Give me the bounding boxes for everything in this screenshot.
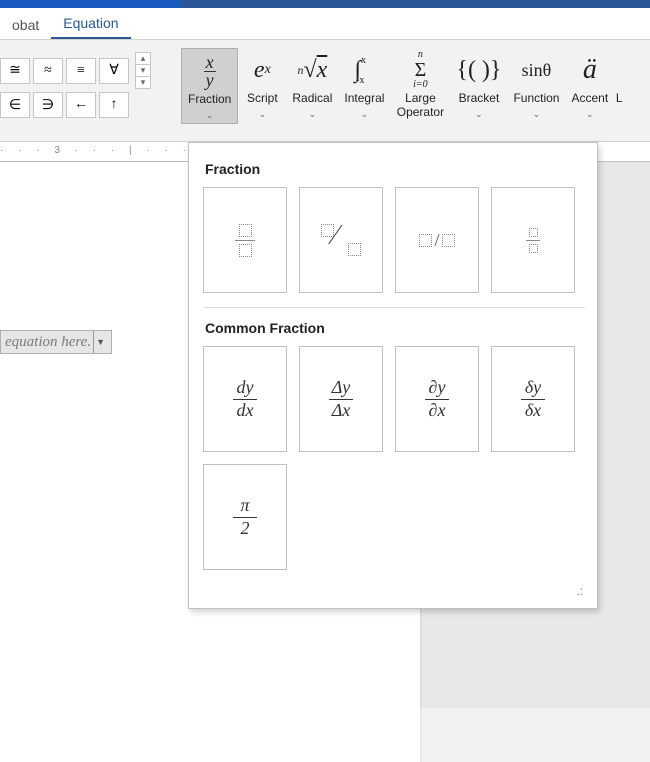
dropdown-section-fraction: Fraction [205, 161, 585, 177]
function-label: Function [513, 92, 559, 106]
resize-grip-icon[interactable]: .: [203, 584, 585, 598]
more-label: L [616, 92, 623, 106]
accent-label: Accent [571, 92, 608, 106]
chevron-down-icon: ⌄ [533, 109, 541, 120]
function-button[interactable]: sinθ Function ⌄ [507, 48, 565, 122]
symbol-cell[interactable]: ≈ [33, 58, 63, 84]
radical-button[interactable]: n√x Radical ⌄ [286, 48, 338, 122]
symbol-cell[interactable]: ≅ [0, 58, 30, 84]
symbol-cell[interactable]: ← [66, 92, 96, 118]
radical-label: Radical [292, 92, 332, 106]
script-button[interactable]: ex Script ⌄ [238, 48, 286, 122]
common-fraction-smalldelta[interactable]: δyδx [491, 346, 575, 452]
script-label: Script [247, 92, 278, 106]
function-icon: sinθ [522, 50, 552, 90]
radical-icon: n√x [297, 50, 327, 90]
fraction-small[interactable] [491, 187, 575, 293]
chevron-down-icon: ⌄ [586, 109, 594, 120]
integral-icon: ∫x-x [354, 50, 374, 90]
chevron-down-icon: ⌄ [361, 109, 369, 120]
large-operator-button[interactable]: nΣi=0 Large Operator [390, 48, 450, 122]
title-bar [0, 0, 650, 8]
dropdown-section-common: Common Fraction [205, 320, 585, 336]
fraction-linear[interactable]: / [395, 187, 479, 293]
more-button[interactable]: L [614, 48, 624, 108]
symbols-gallery: ≅ ≈ ≡ ∀ ▴ ▾ ▾ ∈ ∋ ← ↑ [0, 44, 153, 126]
integral-label: Integral [344, 92, 384, 106]
ribbon-tabs: obat Equation [0, 8, 650, 40]
accent-icon: ä [583, 50, 597, 90]
dropdown-separator [203, 307, 585, 308]
common-fraction-partial[interactable]: ∂y∂x [395, 346, 479, 452]
symbol-cell[interactable]: ∋ [33, 92, 63, 118]
script-icon: ex [254, 50, 271, 90]
scroll-down-icon[interactable]: ▾ [135, 65, 151, 77]
symbol-cell[interactable]: ≡ [66, 58, 96, 84]
equation-options-handle[interactable]: ▼ [93, 331, 107, 353]
common-fraction-delta[interactable]: ΔyΔx [299, 346, 383, 452]
symbol-cell[interactable]: ↑ [99, 92, 129, 118]
common-fraction-dydx[interactable]: dydx [203, 346, 287, 452]
chevron-down-icon: ⌄ [475, 109, 483, 120]
equation-placeholder-text: equation here. [5, 334, 91, 351]
tab-equation[interactable]: Equation [51, 9, 130, 39]
symbol-cell[interactable]: ∀ [99, 58, 129, 84]
fraction-button[interactable]: xy Fraction ⌄ [181, 48, 238, 124]
fraction-dropdown: Fraction ⁄ / Common Fraction dydx ΔyΔx ∂… [188, 142, 598, 609]
scroll-expand-icon[interactable]: ▾ [135, 77, 151, 89]
sigma-icon: nΣi=0 [413, 50, 428, 90]
accent-button[interactable]: ä Accent ⌄ [565, 48, 614, 122]
fraction-label: Fraction [188, 93, 231, 107]
fraction-skewed[interactable]: ⁄ [299, 187, 383, 293]
fraction-templates: ⁄ / [203, 187, 585, 293]
equation-placeholder-box[interactable]: equation here. ▼ [0, 330, 112, 354]
bracket-button[interactable]: {( )} Bracket ⌄ [450, 48, 507, 122]
chevron-down-icon: ⌄ [259, 109, 267, 120]
ribbon: ≅ ≈ ≡ ∀ ▴ ▾ ▾ ∈ ∋ ← ↑ xy Fraction ⌄ ex [0, 40, 650, 142]
chevron-down-icon: ⌄ [206, 110, 214, 121]
bracket-icon: {( )} [456, 50, 501, 90]
fraction-icon: xy [204, 51, 216, 91]
tab-acrobat[interactable]: obat [0, 11, 51, 39]
symbol-cell[interactable]: ∈ [0, 92, 30, 118]
symbols-scroll: ▴ ▾ ▾ [135, 52, 151, 89]
bracket-label: Bracket [459, 92, 500, 106]
scroll-up-icon[interactable]: ▴ [135, 52, 151, 65]
large-operator-label: Large Operator [397, 92, 444, 120]
common-fraction-templates: dydx ΔyΔx ∂y∂x δyδx π2 [203, 346, 585, 570]
integral-button[interactable]: ∫x-x Integral ⌄ [338, 48, 390, 122]
common-fraction-pi2[interactable]: π2 [203, 464, 287, 570]
fraction-stacked[interactable] [203, 187, 287, 293]
structures-group: xy Fraction ⌄ ex Script ⌄ n√x Radical ⌄ … [181, 44, 624, 124]
chevron-down-icon: ⌄ [309, 109, 317, 120]
